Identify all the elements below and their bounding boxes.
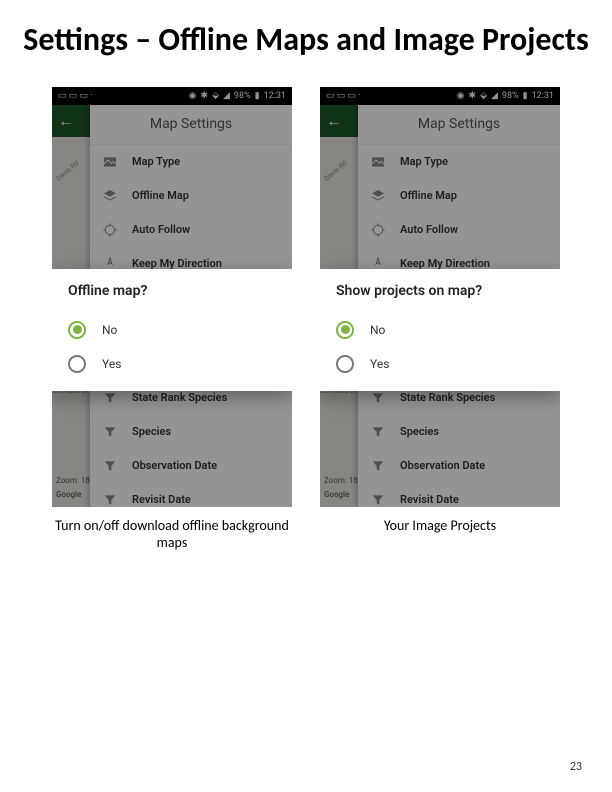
- layers-icon: [102, 188, 118, 204]
- radio-selected-icon: [336, 321, 354, 339]
- image-icon: [102, 154, 118, 170]
- status-left-icons: ▭ ▭ ▭ ·: [326, 91, 361, 101]
- google-label: Google: [56, 490, 81, 499]
- phone-right: ▭ ▭ ▭ · ◉ ✱ ⬙ ◢ 98% ▮ 12:31 ← Davis Rd B…: [320, 87, 560, 507]
- dialog-title: Show projects on map?: [336, 283, 544, 299]
- setting-species[interactable]: Species: [90, 415, 292, 449]
- offline-map-dialog: Offline map? No Yes: [52, 269, 292, 391]
- radio-label: Yes: [102, 357, 121, 371]
- zoom-label: Zoom: 18: [324, 476, 358, 485]
- bluetooth-icon: ✱: [201, 91, 209, 101]
- radio-yes[interactable]: Yes: [68, 347, 276, 381]
- filter-icon: [102, 492, 118, 507]
- setting-offline-map[interactable]: Offline Map: [358, 179, 560, 213]
- wifi-icon: ⬙: [480, 91, 487, 101]
- setting-label: Map Type: [132, 155, 180, 168]
- radio-unselected-icon: [336, 355, 354, 373]
- bluetooth-icon: ✱: [469, 91, 477, 101]
- battery-icon: ▮: [523, 91, 528, 101]
- status-left-icons: ▭ ▭ ▭ ·: [58, 91, 93, 101]
- setting-revisit-date[interactable]: Revisit Date: [358, 483, 560, 507]
- page-number: 23: [570, 760, 582, 774]
- radio-label: No: [102, 323, 117, 337]
- setting-map-type[interactable]: Map Type: [358, 145, 560, 179]
- setting-label: Auto Follow: [400, 223, 458, 236]
- battery-text: 98%: [234, 91, 251, 101]
- setting-label: Revisit Date: [132, 493, 191, 506]
- map-street-label: Davis Rd: [323, 159, 349, 183]
- setting-map-type[interactable]: Map Type: [90, 145, 292, 179]
- wifi-icon: ⬙: [212, 91, 219, 101]
- back-icon[interactable]: ←: [58, 111, 74, 131]
- setting-species[interactable]: Species: [358, 415, 560, 449]
- zoom-label: Zoom: 18: [56, 476, 90, 485]
- filter-icon: [370, 458, 386, 474]
- caption-right: Your Image Projects: [320, 517, 560, 552]
- setting-auto-follow[interactable]: Auto Follow: [90, 213, 292, 247]
- radio-label: No: [370, 323, 385, 337]
- setting-label: Revisit Date: [400, 493, 459, 506]
- setting-offline-map[interactable]: Offline Map: [90, 179, 292, 213]
- battery-text: 98%: [502, 91, 519, 101]
- setting-obs-date[interactable]: Observation Date: [90, 449, 292, 483]
- setting-obs-date[interactable]: Observation Date: [358, 449, 560, 483]
- radio-yes[interactable]: Yes: [336, 347, 544, 381]
- clock: 12:31: [532, 91, 554, 101]
- location-icon: ◉: [189, 91, 197, 101]
- dialog-title: Offline map?: [68, 283, 276, 299]
- radio-unselected-icon: [68, 355, 86, 373]
- status-bar: ▭ ▭ ▭ · ◉ ✱ ⬙ ◢ 98% ▮ 12:31: [52, 87, 292, 105]
- radio-selected-icon: [68, 321, 86, 339]
- setting-revisit-date[interactable]: Revisit Date: [90, 483, 292, 507]
- caption-left: Turn on/off download offline background …: [52, 517, 292, 552]
- setting-label: Map Type: [400, 155, 448, 168]
- panel-title: Map Settings: [90, 105, 292, 145]
- screenshot-row: ▭ ▭ ▭ · ◉ ✱ ⬙ ◢ 98% ▮ 12:31 ← Davis Rd B…: [0, 87, 612, 507]
- setting-label: Species: [400, 425, 439, 438]
- map-street-label: Davis Rd: [55, 159, 81, 183]
- setting-label: Observation Date: [400, 459, 485, 472]
- page-title: Settings – Offline Maps and Image Projec…: [0, 0, 612, 59]
- phone-left: ▭ ▭ ▭ · ◉ ✱ ⬙ ◢ 98% ▮ 12:31 ← Davis Rd B…: [52, 87, 292, 507]
- setting-label: Offline Map: [400, 189, 457, 202]
- radio-no[interactable]: No: [336, 313, 544, 347]
- radio-no[interactable]: No: [68, 313, 276, 347]
- setting-label: State Rank Species: [400, 391, 495, 404]
- caption-row: Turn on/off download offline background …: [0, 517, 612, 552]
- setting-label: Species: [132, 425, 171, 438]
- setting-label: State Rank Species: [132, 391, 227, 404]
- image-icon: [370, 154, 386, 170]
- filter-icon: [370, 424, 386, 440]
- setting-label: Offline Map: [132, 189, 189, 202]
- signal-icon: ◢: [223, 91, 230, 101]
- filter-icon: [102, 458, 118, 474]
- target-icon: [102, 222, 118, 238]
- setting-label: Auto Follow: [132, 223, 190, 236]
- filter-icon: [370, 492, 386, 507]
- status-bar: ▭ ▭ ▭ · ◉ ✱ ⬙ ◢ 98% ▮ 12:31: [320, 87, 560, 105]
- radio-label: Yes: [370, 357, 389, 371]
- clock: 12:31: [264, 91, 286, 101]
- setting-label: Observation Date: [132, 459, 217, 472]
- setting-auto-follow[interactable]: Auto Follow: [358, 213, 560, 247]
- signal-icon: ◢: [491, 91, 498, 101]
- layers-icon: [370, 188, 386, 204]
- filter-icon: [102, 390, 118, 406]
- location-icon: ◉: [457, 91, 465, 101]
- google-label: Google: [324, 490, 349, 499]
- back-icon[interactable]: ←: [326, 111, 342, 131]
- filter-icon: [102, 424, 118, 440]
- target-icon: [370, 222, 386, 238]
- show-projects-dialog: Show projects on map? No Yes: [320, 269, 560, 391]
- filter-icon: [370, 390, 386, 406]
- battery-icon: ▮: [255, 91, 260, 101]
- panel-title: Map Settings: [358, 105, 560, 145]
